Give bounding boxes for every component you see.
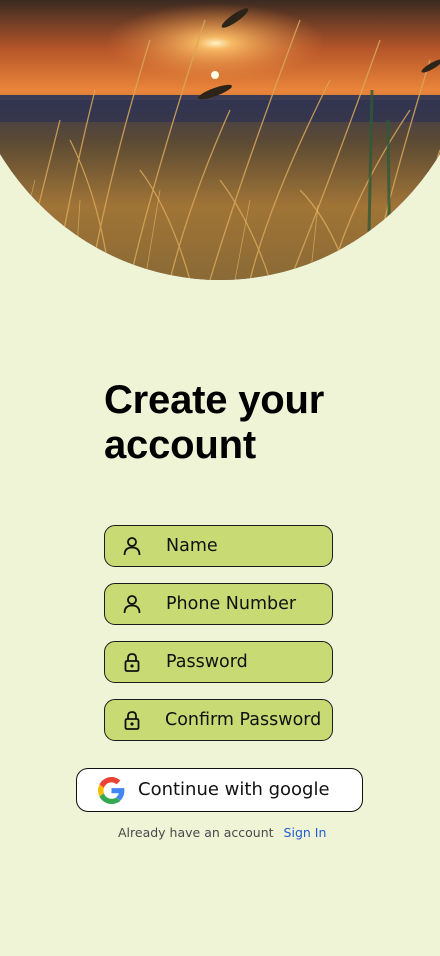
user-icon — [122, 594, 142, 614]
title-line-2: account — [104, 423, 256, 467]
confirm-password-field-label: Confirm Password — [165, 710, 322, 730]
password-field[interactable]: Password — [104, 641, 333, 683]
continue-with-google-label: Continue with google — [138, 779, 330, 800]
page-title: Create your account — [104, 378, 404, 468]
continue-with-google-button[interactable]: Continue with google — [76, 768, 363, 812]
title-line-1: Create your — [104, 378, 325, 422]
password-field-label: Password — [166, 652, 248, 672]
name-field[interactable]: Name — [104, 525, 333, 567]
confirm-password-field[interactable]: Confirm Password — [104, 699, 333, 741]
signin-row: Already have an account Sign In — [118, 824, 326, 842]
name-field-label: Name — [166, 536, 218, 556]
hero-image — [0, 0, 440, 280]
sign-in-link[interactable]: Sign In — [284, 825, 327, 840]
already-have-account-text: Already have an account — [118, 825, 274, 840]
lock-icon — [122, 710, 142, 730]
google-icon — [98, 777, 125, 804]
lock-icon — [122, 652, 142, 672]
user-icon — [122, 536, 142, 556]
phone-number-field-label: Phone Number — [166, 594, 297, 614]
phone-number-field[interactable]: Phone Number — [104, 583, 333, 625]
